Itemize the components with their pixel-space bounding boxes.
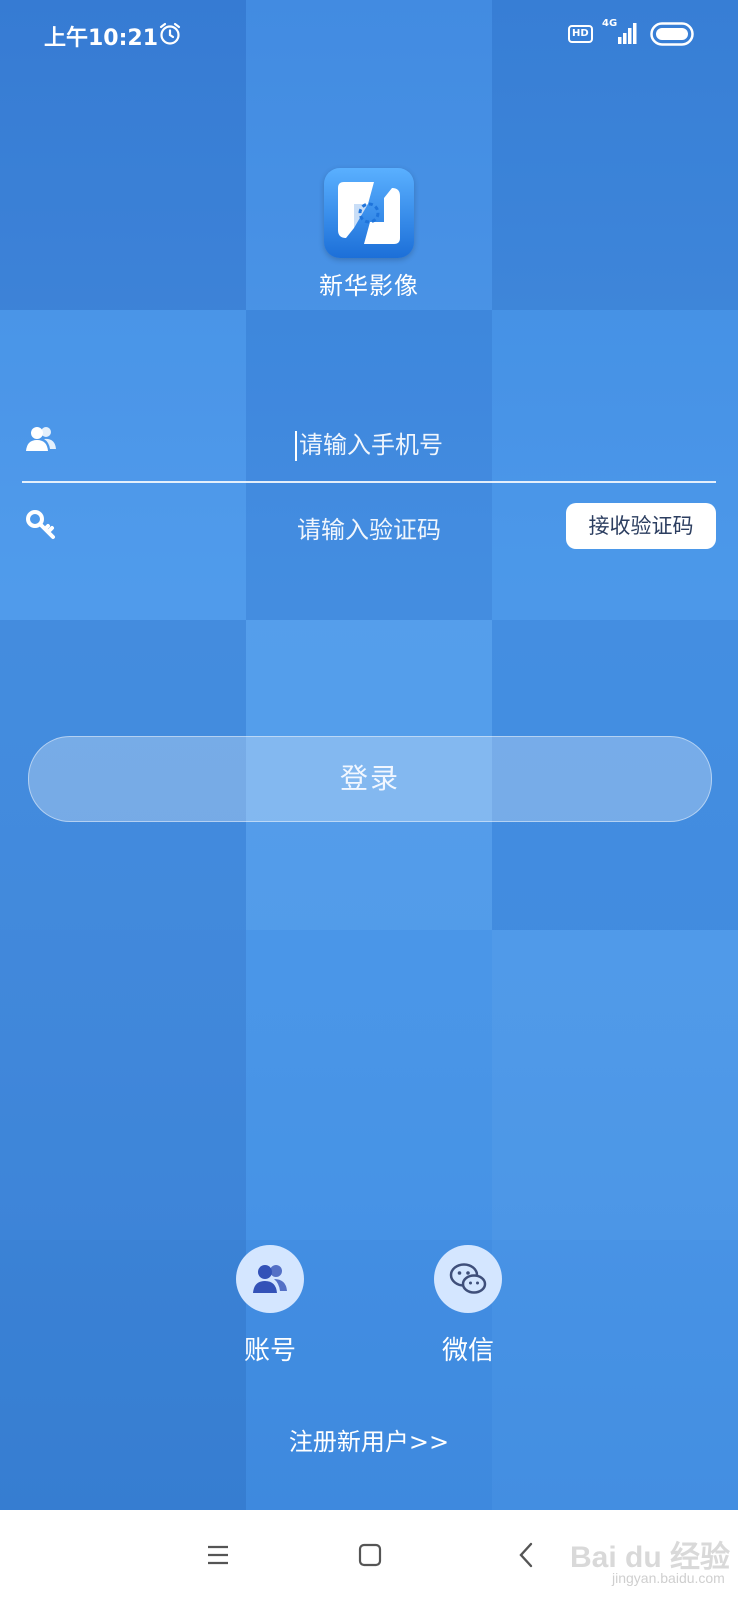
wechat-icon xyxy=(449,1263,487,1294)
app-name: 新华影像 xyxy=(319,272,419,300)
bg-tile xyxy=(246,310,492,620)
hd-badge: HD xyxy=(568,25,593,43)
menu-icon[interactable] xyxy=(206,1544,230,1566)
text-caret xyxy=(295,431,297,461)
wechat-login-button[interactable] xyxy=(434,1245,502,1313)
signal-icon xyxy=(618,23,637,44)
home-icon[interactable] xyxy=(358,1543,382,1567)
wechat-login-label[interactable]: 微信 xyxy=(442,1330,494,1367)
input-divider xyxy=(22,481,716,483)
bg-tile xyxy=(492,930,738,1240)
battery-icon xyxy=(650,22,694,46)
account-icon xyxy=(253,1265,287,1293)
phone-placeholder: 请输入手机号 xyxy=(299,431,443,459)
account-login-button[interactable] xyxy=(236,1245,304,1313)
app-logo xyxy=(324,168,414,258)
alarm-icon xyxy=(159,22,181,45)
bg-tile xyxy=(246,930,492,1240)
status-time: 上午10:21 xyxy=(44,26,159,51)
phone-input[interactable]: 请输入手机号 xyxy=(0,425,738,461)
status-bar: 上午10:21 HD 4G xyxy=(0,0,738,70)
code-placeholder: 请输入验证码 xyxy=(297,516,441,544)
register-link[interactable]: 注册新用户>> xyxy=(0,1422,738,1457)
bg-tile xyxy=(0,1240,246,1510)
back-icon[interactable] xyxy=(516,1542,536,1568)
bg-tile xyxy=(0,930,246,1240)
get-code-button[interactable]: 接收验证码 xyxy=(566,503,716,549)
bg-tile xyxy=(492,310,738,620)
bg-tile xyxy=(0,310,246,620)
bg-tile xyxy=(492,1240,738,1510)
watermark-url: jingyan.baidu.com xyxy=(612,1570,725,1586)
login-button[interactable]: 登录 xyxy=(28,736,712,822)
account-login-label[interactable]: 账号 xyxy=(244,1330,296,1367)
app-logo-mark xyxy=(338,182,400,244)
